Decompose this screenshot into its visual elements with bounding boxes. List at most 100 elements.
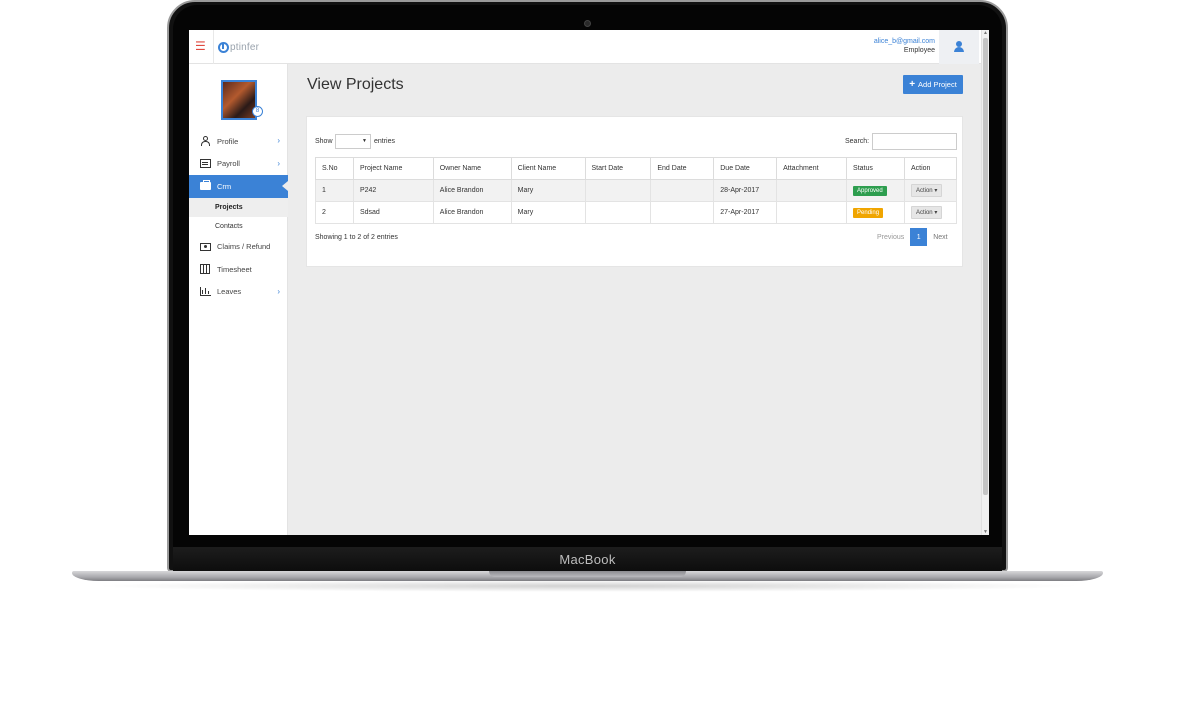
sidebar-item-label: Crm xyxy=(217,181,232,191)
column-header-status[interactable]: Status xyxy=(846,157,905,180)
sidebar-item-timesheet[interactable]: Timesheet xyxy=(189,258,288,281)
cell-attachment xyxy=(776,201,848,224)
search-input[interactable] xyxy=(872,133,957,150)
cell-end-date xyxy=(650,179,715,202)
money-icon xyxy=(199,242,211,252)
chevron-right-icon: › xyxy=(277,136,280,145)
sidebar-item-payroll[interactable]: Payroll › xyxy=(189,153,288,176)
bar-chart-icon xyxy=(199,287,211,297)
sidebar-item-crm[interactable]: Crm xyxy=(189,175,288,198)
sidebar: 8 Profile › Payroll › Crm Projects Conta… xyxy=(189,64,288,535)
scroll-down-icon[interactable]: ▼ xyxy=(983,529,988,535)
column-header-owner-name[interactable]: Owner Name xyxy=(432,157,512,180)
column-header-project-name[interactable]: Project Name xyxy=(352,157,434,180)
user-email[interactable]: alice_b@gmail.com xyxy=(874,38,935,45)
base-shadow xyxy=(90,580,1085,592)
divider xyxy=(213,30,214,64)
brand-label: MacBook xyxy=(559,552,616,567)
logo-text: ptinfer xyxy=(230,41,260,53)
camera-icon xyxy=(584,20,591,27)
sidebar-subitem-contacts[interactable]: Contacts xyxy=(189,217,288,236)
row-action-dropdown[interactable]: Action ▾ xyxy=(910,206,943,219)
pagination: Previous 1 Next xyxy=(877,228,948,246)
hamburger-menu-icon[interactable]: ☰ xyxy=(195,39,206,53)
cell-project-name: Sdsad xyxy=(352,201,434,224)
row-action-dropdown[interactable]: Action ▾ xyxy=(910,184,943,197)
scrollbar[interactable]: ▲ ▼ xyxy=(981,30,989,535)
table-row: 1 P242 Alice Brandon Mary 28-Apr-2017 Ap… xyxy=(315,179,958,202)
column-header-attachment[interactable]: Attachment xyxy=(776,157,848,180)
laptop-mockup: ☰ ptinfer alice_b@gmail.com Employee 8 P… xyxy=(0,0,1185,716)
payroll-icon xyxy=(199,159,211,169)
person-icon xyxy=(199,136,211,147)
calendar-icon xyxy=(199,264,211,275)
action-label: Action xyxy=(915,210,933,216)
add-project-label: Add Project xyxy=(918,80,957,89)
status-badge: Approved xyxy=(853,185,887,196)
chevron-right-icon: › xyxy=(277,158,280,168)
app-screen: ☰ ptinfer alice_b@gmail.com Employee 8 P… xyxy=(189,30,989,535)
plus-icon: + xyxy=(909,79,916,90)
cell-start-date xyxy=(584,201,652,224)
avatar[interactable]: 8 xyxy=(221,80,263,120)
next-page-button[interactable]: Next xyxy=(933,234,947,241)
avatar-badge: 8 xyxy=(252,106,263,117)
sidebar-item-claims[interactable]: Claims / Refund xyxy=(189,236,288,259)
cell-project-name: P242 xyxy=(352,179,434,202)
cell-attachment xyxy=(776,179,848,202)
caret-down-icon: ▾ xyxy=(934,188,938,194)
column-header-due-date[interactable]: Due Date xyxy=(713,157,778,180)
entries-label: entries xyxy=(374,138,396,145)
scrollbar-thumb[interactable] xyxy=(983,38,988,495)
previous-page-button[interactable]: Previous xyxy=(877,234,904,241)
caret-down-icon: ▼ xyxy=(362,138,367,144)
user-role: Employee xyxy=(903,47,935,54)
cell-status: Approved xyxy=(846,179,905,202)
cell-action: Action ▾ xyxy=(903,179,958,202)
cell-due-date: 27-Apr-2017 xyxy=(713,201,778,224)
table-info: Showing 1 to 2 of 2 entries xyxy=(315,234,398,241)
search-label: Search: xyxy=(845,138,870,145)
show-label: Show xyxy=(315,138,333,145)
projects-card: Show ▼ entries Search: S.No Project Name… xyxy=(306,116,963,267)
sidebar-subitem-projects[interactable]: Projects xyxy=(189,197,288,217)
cell-end-date xyxy=(650,201,715,224)
cell-owner-name: Alice Brandon xyxy=(432,179,512,202)
sidebar-item-label: Claims / Refund xyxy=(217,242,271,252)
laptop-notch xyxy=(489,571,686,577)
briefcase-icon xyxy=(199,180,211,191)
cell-owner-name: Alice Brandon xyxy=(432,201,512,224)
cell-due-date: 28-Apr-2017 xyxy=(713,179,778,202)
column-header-action[interactable]: Action xyxy=(903,157,958,180)
column-header-end-date[interactable]: End Date xyxy=(650,157,715,180)
column-header-client-name[interactable]: Client Name xyxy=(510,157,586,180)
sidebar-item-label: Timesheet xyxy=(217,264,252,274)
projects-table: S.No Project Name Owner Name Client Name… xyxy=(315,157,958,224)
sidebar-item-leaves[interactable]: Leaves › xyxy=(189,281,288,304)
sidebar-nav: Profile › Payroll › Crm Projects Contact… xyxy=(189,130,288,303)
cell-action: Action ▾ xyxy=(903,201,958,224)
add-project-button[interactable]: + Add Project xyxy=(903,75,963,94)
cell-start-date xyxy=(584,179,652,202)
user-menu-button[interactable] xyxy=(939,30,979,64)
caret-down-icon: ▾ xyxy=(934,210,938,216)
sidebar-item-profile[interactable]: Profile › xyxy=(189,130,288,153)
cell-client-name: Mary xyxy=(510,179,586,202)
user-icon xyxy=(954,41,964,53)
page-1-button[interactable]: 1 xyxy=(910,228,928,246)
table-row: 2 Sdsad Alice Brandon Mary 27-Apr-2017 P… xyxy=(315,201,958,224)
chevron-right-icon: › xyxy=(277,286,280,296)
scroll-up-icon[interactable]: ▲ xyxy=(983,30,988,36)
table-header-row: S.No Project Name Owner Name Client Name… xyxy=(315,157,958,180)
entries-per-page-select[interactable]: ▼ xyxy=(335,134,371,149)
status-badge: Pending xyxy=(853,207,884,218)
cell-sno: 1 xyxy=(315,179,354,202)
column-header-sno[interactable]: S.No xyxy=(315,157,354,180)
logo-icon xyxy=(218,41,229,53)
page-title: View Projects xyxy=(307,76,404,93)
action-label: Action xyxy=(915,188,933,194)
app-logo[interactable]: ptinfer xyxy=(218,39,259,55)
cell-client-name: Mary xyxy=(510,201,586,224)
sidebar-item-label: Leaves xyxy=(217,287,242,297)
column-header-start-date[interactable]: Start Date xyxy=(584,157,652,180)
